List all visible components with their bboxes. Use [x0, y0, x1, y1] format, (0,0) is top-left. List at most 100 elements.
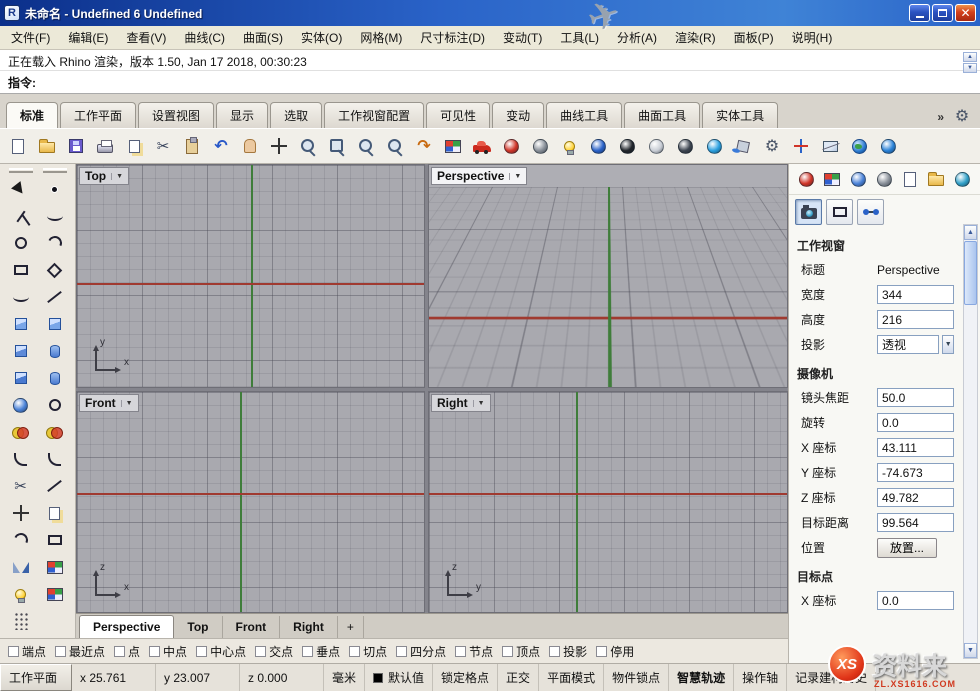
- undo-icon[interactable]: [209, 134, 233, 158]
- mirror-icon[interactable]: [9, 555, 33, 579]
- help-tab-icon[interactable]: [951, 168, 973, 190]
- palette-grip[interactable]: [9, 168, 33, 173]
- menu-item-2[interactable]: 查看(V): [117, 26, 175, 49]
- move-view-icon[interactable]: [267, 134, 291, 158]
- viewport-title-top[interactable]: Top ▼: [79, 167, 129, 185]
- checkbox-icon[interactable]: [255, 646, 266, 657]
- paint-bucket-icon[interactable]: [731, 134, 755, 158]
- earth-icon[interactable]: [847, 134, 871, 158]
- notes-tab-icon[interactable]: [899, 168, 921, 190]
- toolbar-tab-5[interactable]: 工作视窗配置: [324, 102, 424, 128]
- scale-icon[interactable]: [43, 528, 67, 552]
- osnap-item-4[interactable]: 中心点: [196, 643, 246, 660]
- trim-icon[interactable]: [9, 474, 33, 498]
- point-icon[interactable]: [43, 177, 67, 201]
- rotate-icon[interactable]: [9, 528, 33, 552]
- osnap-item-8[interactable]: 四分点: [396, 643, 446, 660]
- checkbox-icon[interactable]: [55, 646, 66, 657]
- fillet-icon[interactable]: [9, 447, 33, 471]
- zoom-window-icon[interactable]: [325, 134, 349, 158]
- viewport-tab-add[interactable]: +: [338, 616, 364, 638]
- rotate-view-icon[interactable]: [412, 134, 436, 158]
- viewport-title-front[interactable]: Front ▼: [79, 394, 139, 412]
- status-toggle-5[interactable]: 操作轴: [734, 664, 787, 691]
- checkbox-icon[interactable]: [455, 646, 466, 657]
- osnap-item-7[interactable]: 切点: [349, 643, 387, 660]
- menu-item-4[interactable]: 曲面(S): [234, 26, 292, 49]
- copy-icon[interactable]: [122, 134, 146, 158]
- gumball-properties-icon[interactable]: [857, 199, 884, 225]
- status-toggle-2[interactable]: 平面模式: [539, 664, 604, 691]
- command-scroll-up-icon[interactable]: ▲: [963, 52, 977, 62]
- shaded-mode-icon[interactable]: [586, 134, 610, 158]
- checkbox-icon[interactable]: [302, 646, 313, 657]
- checkbox-icon[interactable]: [502, 646, 513, 657]
- zoom-extents-icon[interactable]: [383, 134, 407, 158]
- menu-item-6[interactable]: 网格(M): [351, 26, 411, 49]
- minimize-button[interactable]: [909, 4, 930, 22]
- options-gear-icon[interactable]: [760, 134, 784, 158]
- layers-tab-icon[interactable]: [821, 168, 843, 190]
- palette-dots-icon[interactable]: [9, 609, 33, 633]
- viewport-tab-perspective[interactable]: Perspective: [79, 615, 174, 638]
- chevron-down-icon[interactable]: ▼: [111, 173, 123, 180]
- new-file-icon[interactable]: [6, 134, 30, 158]
- command-scroll-down-icon[interactable]: ▼: [963, 63, 977, 73]
- boolean-difference-icon[interactable]: [43, 420, 67, 444]
- property-field[interactable]: 344: [877, 285, 954, 304]
- viewport-layout-icon[interactable]: [441, 134, 465, 158]
- circle-icon[interactable]: [9, 231, 33, 255]
- loft-surface-icon[interactable]: [43, 312, 67, 336]
- cylinder-solid-icon[interactable]: [43, 366, 67, 390]
- menu-item-9[interactable]: 工具(L): [551, 26, 608, 49]
- property-field[interactable]: 50.0: [877, 388, 954, 407]
- checkbox-icon[interactable]: [196, 646, 207, 657]
- viewport-perspective[interactable]: Perspective ▼ z x y: [428, 164, 788, 388]
- help-sphere-icon[interactable]: [876, 134, 900, 158]
- close-button[interactable]: ✕: [955, 4, 976, 22]
- status-toggle-6[interactable]: 记录建构历史: [787, 664, 876, 691]
- toolbar-tab-9[interactable]: 曲面工具: [624, 102, 700, 128]
- palette-grip[interactable]: [43, 168, 67, 173]
- render-icon[interactable]: [499, 134, 523, 158]
- checkbox-icon[interactable]: [349, 646, 360, 657]
- menu-item-7[interactable]: 尺寸标注(D): [411, 26, 494, 49]
- osnap-item-11[interactable]: 投影: [549, 643, 587, 660]
- toolbar-tab-4[interactable]: 选取: [270, 102, 322, 128]
- revolve-surface-icon[interactable]: [43, 339, 67, 363]
- titlebar[interactable]: R 未命名 - Undefined 6 Undefined ✕: [0, 0, 980, 26]
- status-toggle-3[interactable]: 物件锁点: [604, 664, 669, 691]
- car-icon[interactable]: [470, 134, 494, 158]
- toolbar-options-gear-icon[interactable]: [950, 104, 974, 128]
- array-icon[interactable]: [43, 555, 67, 579]
- box-solid-icon[interactable]: [9, 366, 33, 390]
- viewport-properties-icon[interactable]: [826, 199, 853, 225]
- paste-icon[interactable]: [180, 134, 204, 158]
- tab-overflow-chevron[interactable]: »: [931, 106, 950, 128]
- property-field[interactable]: 43.111: [877, 438, 954, 457]
- arc-icon[interactable]: [43, 231, 67, 255]
- extrude-surface-icon[interactable]: [9, 339, 33, 363]
- place-button[interactable]: 放置...: [877, 538, 937, 558]
- status-toggle-1[interactable]: 正交: [498, 664, 539, 691]
- scroll-up-icon[interactable]: ▲: [964, 225, 977, 240]
- menu-item-5[interactable]: 实体(O): [292, 26, 351, 49]
- ghosted-mode-icon[interactable]: [644, 134, 668, 158]
- menu-item-13[interactable]: 说明(H): [783, 26, 842, 49]
- split-icon[interactable]: [43, 474, 67, 498]
- save-icon[interactable]: [64, 134, 88, 158]
- osnap-item-6[interactable]: 垂点: [302, 643, 340, 660]
- rectangle-icon[interactable]: [9, 258, 33, 282]
- polygon-icon[interactable]: [43, 258, 67, 282]
- toolbar-tab-0[interactable]: 标准: [6, 102, 58, 128]
- layers-icon[interactable]: [43, 582, 67, 606]
- viewport-right[interactable]: Right ▼ z y: [428, 391, 788, 613]
- osnap-item-3[interactable]: 中点: [149, 643, 187, 660]
- menu-item-12[interactable]: 面板(P): [725, 26, 783, 49]
- units-display[interactable]: 毫米: [324, 664, 365, 691]
- toolbar-tab-1[interactable]: 工作平面: [60, 102, 136, 128]
- checkbox-icon[interactable]: [149, 646, 160, 657]
- maximize-button[interactable]: [932, 4, 953, 22]
- viewport-title-right[interactable]: Right ▼: [431, 394, 491, 412]
- chevron-down-icon[interactable]: ▼: [121, 400, 133, 407]
